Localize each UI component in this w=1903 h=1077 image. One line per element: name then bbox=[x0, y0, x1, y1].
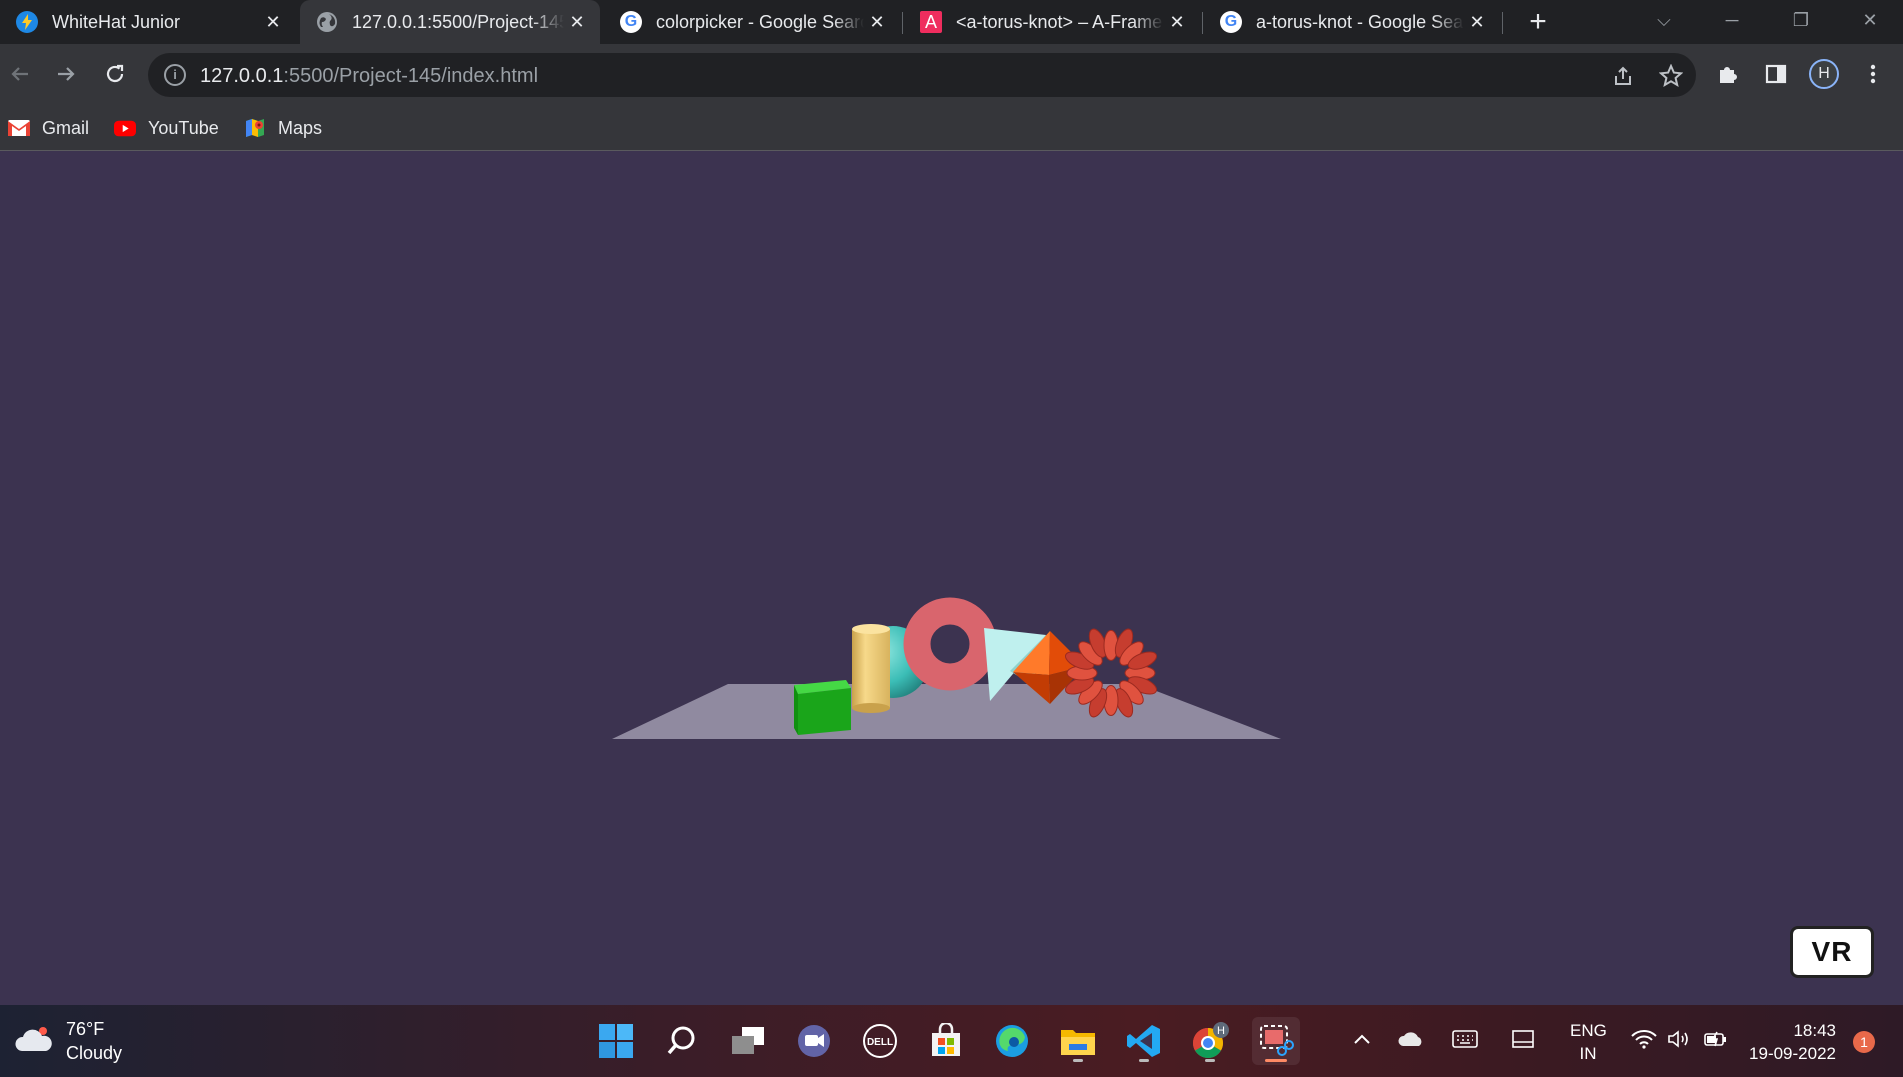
back-icon[interactable] bbox=[2, 56, 38, 92]
tab-title: WhiteHat Junior bbox=[52, 11, 181, 32]
aframe-scene-viewport[interactable]: VR bbox=[0, 151, 1903, 1005]
cloudy-weather-icon bbox=[14, 1023, 54, 1060]
tablet-mode-icon[interactable] bbox=[1508, 1023, 1538, 1055]
site-info-icon[interactable]: i bbox=[164, 64, 186, 86]
notification-badge[interactable]: 1 bbox=[1853, 1031, 1875, 1053]
menu-kebab-icon[interactable] bbox=[1855, 56, 1891, 92]
tab-separator bbox=[902, 12, 903, 34]
share-icon[interactable] bbox=[1608, 61, 1638, 91]
new-tab-button[interactable]: + bbox=[1520, 4, 1556, 40]
close-tab-icon[interactable]: ✕ bbox=[1464, 12, 1490, 33]
running-indicator bbox=[1073, 1059, 1083, 1062]
address-bar[interactable]: i 127.0.0.1:5500/Project-145/index.html bbox=[148, 53, 1696, 97]
volume-icon[interactable] bbox=[1666, 1023, 1694, 1055]
url-host: 127.0.0.1 bbox=[200, 65, 284, 87]
tab-title: a-torus-knot - Google Search bbox=[1256, 11, 1464, 32]
google-icon: G bbox=[1220, 11, 1242, 33]
vr-mode-button[interactable]: VR bbox=[1790, 926, 1874, 978]
youtube-icon bbox=[114, 119, 136, 137]
tab-torus-knot-search[interactable]: G a-torus-knot - Google Search ✕ bbox=[1204, 0, 1500, 44]
close-tab-icon[interactable]: ✕ bbox=[564, 12, 590, 33]
running-indicator bbox=[1139, 1059, 1149, 1062]
extensions-icon[interactable] bbox=[1710, 56, 1746, 92]
bookmarks-bar: Gmail YouTube Maps bbox=[0, 106, 1903, 151]
battery-charging-icon[interactable] bbox=[1702, 1023, 1730, 1055]
browser-toolbar: i 127.0.0.1:5500/Project-145/index.html … bbox=[0, 44, 1903, 106]
task-view-icon[interactable] bbox=[724, 1017, 772, 1065]
close-tab-icon[interactable]: ✕ bbox=[864, 12, 890, 33]
weather-widget[interactable]: 76°F Cloudy bbox=[14, 1017, 122, 1065]
url-path: :5500/Project-145/index.html bbox=[283, 65, 539, 87]
wifi-icon[interactable] bbox=[1630, 1023, 1658, 1055]
active-window-indicator bbox=[1265, 1059, 1287, 1062]
globe-icon bbox=[316, 11, 338, 33]
reload-icon[interactable] bbox=[97, 56, 133, 92]
start-button[interactable] bbox=[592, 1017, 640, 1065]
tab-colorpicker[interactable]: G colorpicker - Google Search ✕ bbox=[604, 0, 900, 44]
tab-title: 127.0.0.1:5500/Project-145/index.html bbox=[352, 11, 564, 32]
microsoft-store-icon[interactable] bbox=[922, 1017, 970, 1065]
search-icon[interactable] bbox=[658, 1017, 706, 1065]
cylinder bbox=[852, 624, 890, 713]
system-clock[interactable]: 18:43 19-09-2022 bbox=[1746, 1019, 1836, 1065]
language-line1: ENG bbox=[1570, 1021, 1607, 1040]
screen: WhiteHat Junior ✕ 127.0.0.1:5500/Project… bbox=[0, 0, 1903, 1077]
tab-title: colorpicker - Google Search bbox=[656, 11, 864, 32]
minimize-icon[interactable]: ─ bbox=[1704, 0, 1760, 44]
teams-chat-icon[interactable] bbox=[790, 1017, 838, 1065]
bookmark-label: Gmail bbox=[42, 117, 90, 138]
close-tab-icon[interactable]: ✕ bbox=[260, 12, 286, 33]
chrome-icon[interactable]: H bbox=[1186, 1017, 1234, 1065]
clock-date: 19-09-2022 bbox=[1749, 1044, 1836, 1063]
ground-plane bbox=[612, 684, 1281, 739]
weather-temperature: 76°F bbox=[66, 1019, 105, 1039]
restore-icon[interactable]: ❐ bbox=[1773, 0, 1829, 44]
snipping-tool-icon[interactable] bbox=[1252, 1017, 1300, 1065]
tab-aframe-docs[interactable]: A <a-torus-knot> – A-Frame ✕ bbox=[904, 0, 1200, 44]
aframe-icon: A bbox=[920, 11, 942, 33]
bookmark-star-icon[interactable] bbox=[1656, 61, 1686, 91]
clock-time: 18:43 bbox=[1793, 1021, 1836, 1040]
edge-icon[interactable] bbox=[988, 1017, 1036, 1065]
onedrive-icon[interactable] bbox=[1396, 1023, 1426, 1055]
ring bbox=[903, 597, 997, 691]
language-indicator[interactable]: ENG IN bbox=[1570, 1019, 1607, 1065]
gmail-icon bbox=[8, 119, 30, 137]
language-line2: IN bbox=[1579, 1044, 1597, 1063]
show-hidden-icons-chevron-icon[interactable] bbox=[1350, 1023, 1374, 1055]
file-explorer-icon[interactable] bbox=[1054, 1017, 1102, 1065]
bookmark-maps[interactable]: Maps bbox=[244, 116, 322, 140]
bookmark-label: Maps bbox=[278, 117, 323, 138]
side-panel-icon[interactable] bbox=[1758, 56, 1794, 92]
google-icon: G bbox=[620, 11, 642, 33]
profile-avatar[interactable]: H bbox=[1809, 59, 1839, 89]
vscode-icon[interactable] bbox=[1120, 1017, 1168, 1065]
tab-strip: WhiteHat Junior ✕ 127.0.0.1:5500/Project… bbox=[0, 0, 1903, 44]
tab-separator bbox=[1202, 12, 1203, 34]
tab-search-icon[interactable]: ⌵ bbox=[1636, 0, 1692, 44]
forward-icon[interactable] bbox=[48, 56, 84, 92]
tab-title: <a-torus-knot> – A-Frame bbox=[956, 11, 1163, 32]
close-tab-icon[interactable]: ✕ bbox=[1164, 12, 1190, 33]
bookmark-youtube[interactable]: YouTube bbox=[114, 116, 219, 140]
bookmark-gmail[interactable]: Gmail bbox=[8, 116, 89, 140]
svg-text:DELL: DELL bbox=[867, 1037, 893, 1048]
windows-taskbar: 76°F Cloudy DELL H ENG IN 18:43 19-09-20… bbox=[0, 1005, 1903, 1077]
maps-icon bbox=[244, 119, 266, 137]
touch-keyboard-icon[interactable] bbox=[1450, 1023, 1480, 1055]
whitehat-icon bbox=[16, 11, 38, 33]
running-indicator bbox=[1205, 1059, 1215, 1062]
tab-whitehat[interactable]: WhiteHat Junior ✕ bbox=[0, 0, 296, 44]
url-text[interactable]: 127.0.0.1:5500/Project-145/index.html bbox=[200, 65, 538, 88]
torus-knot-hole bbox=[1102, 664, 1120, 682]
tab-project-145[interactable]: 127.0.0.1:5500/Project-145/index.html ✕ bbox=[300, 0, 600, 44]
dell-icon[interactable]: DELL bbox=[856, 1017, 904, 1065]
bookmark-label: YouTube bbox=[148, 117, 219, 138]
box bbox=[794, 680, 851, 735]
close-window-icon[interactable]: ✕ bbox=[1842, 0, 1898, 44]
svg-text:H: H bbox=[1217, 1025, 1225, 1037]
tab-separator bbox=[1502, 12, 1503, 34]
weather-description: Cloudy bbox=[66, 1043, 123, 1063]
scene-canvas[interactable] bbox=[0, 151, 1903, 1005]
